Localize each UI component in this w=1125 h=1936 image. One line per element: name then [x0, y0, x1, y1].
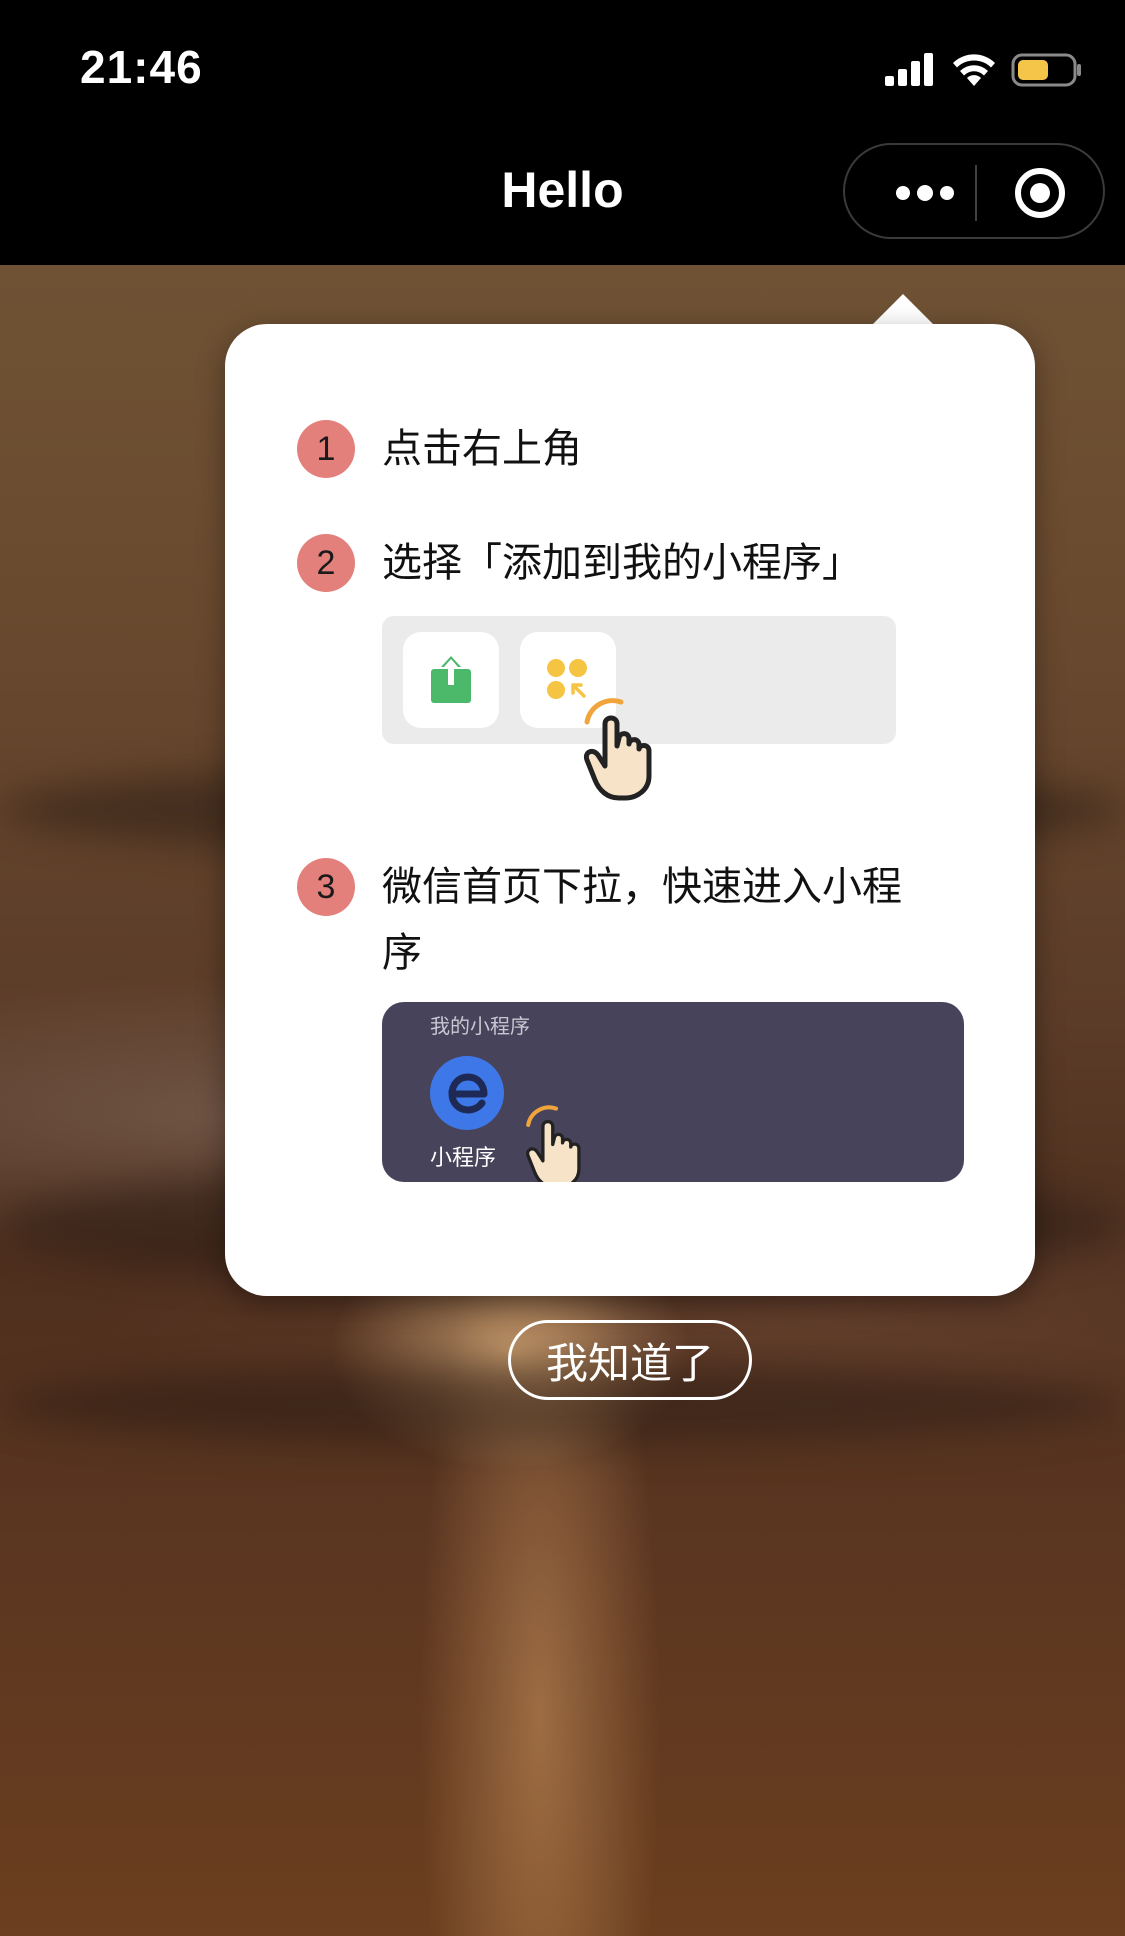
miniprogram-app-badge: [430, 1056, 504, 1130]
signal-icon: [885, 53, 933, 86]
share-upload-icon: [431, 656, 471, 703]
my-miniprogram-title: 我的小程序: [430, 1014, 530, 1038]
add-miniprogram-guide-popup: 1 点击右上角 2 选择「添加到我的小程序」 3 微信首页下拉，快速进入小程 序…: [225, 324, 1035, 1296]
step-2-number: 2: [297, 534, 355, 592]
battery-icon: [1011, 53, 1081, 87]
step-3-number: 3: [297, 858, 355, 916]
status-time: 21:46: [80, 41, 203, 93]
capsule-divider: [975, 165, 977, 221]
popup-arrow: [873, 294, 933, 324]
status-bar: 21:46: [0, 0, 1125, 135]
step-1-text: 点击右上角: [382, 426, 582, 472]
status-icons: [883, 50, 1083, 90]
wifi-icon: [953, 54, 995, 86]
close-button[interactable]: [1005, 167, 1075, 219]
menu-capsule: [843, 143, 1105, 239]
target-close-icon: [1015, 168, 1065, 218]
step-2-text: 选择「添加到我的小程序」: [382, 540, 862, 586]
step-1-number: 1: [297, 420, 355, 478]
miniprogram-app-name: 小程序: [430, 1146, 497, 1171]
got-it-button[interactable]: 我知道了: [508, 1320, 752, 1400]
more-button[interactable]: [875, 167, 975, 219]
nav-bar: Hello: [0, 135, 1125, 265]
miniprogram-e-icon: [448, 1073, 488, 1114]
more-dots-icon: [896, 185, 954, 201]
pointing-hand-icon: [583, 698, 652, 801]
my-miniprogram-illustration: 我的小程序 小程序: [382, 1002, 964, 1182]
pointing-hand-icon: [526, 1105, 581, 1182]
share-tile: [403, 632, 499, 728]
step-3-text-line1: 微信首页下拉，快速进入小程: [382, 864, 902, 910]
step-3-text-line2: 序: [382, 930, 422, 976]
